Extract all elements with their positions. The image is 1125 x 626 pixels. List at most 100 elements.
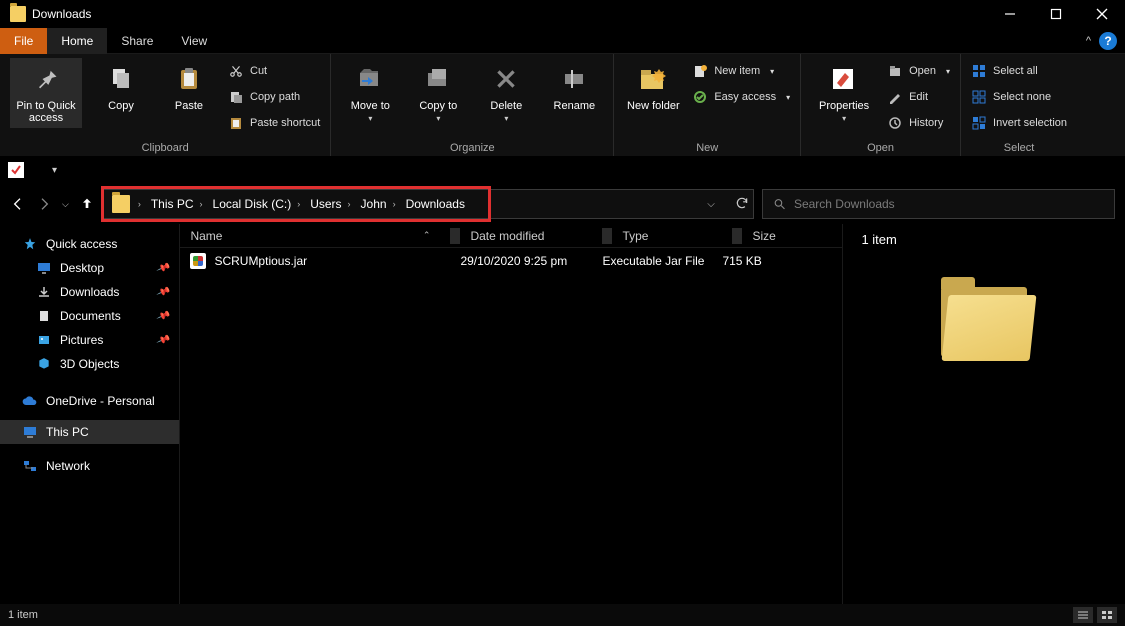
nav-this-pc[interactable]: This PC (0, 420, 179, 444)
address-dropdown-icon[interactable]: ⌵ (707, 199, 715, 210)
breadcrumb-local-disk[interactable]: Local Disk (C:)› (209, 197, 307, 211)
copy-to-button[interactable]: Copy to ▾ (409, 58, 467, 123)
address-bar-row: ⌵ › This PC› Local Disk (C:)› Users› Joh… (0, 184, 1125, 224)
invert-selection-button[interactable]: Invert selection (971, 112, 1067, 134)
tab-share[interactable]: Share (107, 28, 167, 54)
properties-button[interactable]: Properties ▾ (811, 58, 877, 123)
copy-to-icon (421, 62, 455, 96)
tab-file[interactable]: File (0, 28, 47, 54)
folder-icon (10, 6, 26, 22)
star-icon (22, 236, 38, 252)
chevron-down-icon: ▾ (436, 114, 440, 123)
new-item-icon (692, 63, 708, 79)
easy-access-button[interactable]: Easy access▾ (692, 86, 790, 108)
chevron-down-icon: ▾ (842, 114, 846, 123)
minimize-button[interactable] (987, 0, 1033, 28)
download-icon (36, 284, 52, 300)
nav-3d-objects[interactable]: 3D Objects (0, 352, 179, 376)
close-button[interactable] (1079, 0, 1125, 28)
breadcrumb-this-pc[interactable]: This PC› (147, 197, 209, 211)
nav-downloads[interactable]: Downloads📌 (0, 280, 179, 304)
maximize-button[interactable] (1033, 0, 1079, 28)
view-details-button[interactable] (1073, 607, 1093, 623)
open-button[interactable]: Open▾ (887, 60, 950, 82)
nav-network[interactable]: Network (0, 454, 179, 478)
nav-documents[interactable]: Documents📌 (0, 304, 179, 328)
copy-button[interactable]: Copy (92, 58, 150, 112)
select-none-button[interactable]: Select none (971, 86, 1067, 108)
copy-icon (104, 62, 138, 96)
up-button[interactable] (79, 196, 95, 212)
refresh-button[interactable] (735, 196, 749, 213)
folder-icon (112, 195, 130, 213)
breadcrumb-john[interactable]: John› (357, 197, 402, 211)
group-label-clipboard: Clipboard (0, 142, 330, 154)
tab-view[interactable]: View (167, 28, 221, 54)
column-name[interactable]: Name⌃ (180, 229, 450, 243)
rename-button[interactable]: Rename (545, 58, 603, 112)
new-folder-button[interactable]: New folder (624, 58, 682, 112)
paste-shortcut-icon (228, 115, 244, 131)
move-to-button[interactable]: Move to ▾ (341, 58, 399, 123)
column-size[interactable]: Size (742, 229, 842, 243)
title-bar: Downloads (0, 0, 1125, 28)
qat-dropdown-icon[interactable]: ▾ (52, 165, 57, 176)
pin-to-quick-access-button[interactable]: Pin to Quick access (10, 58, 82, 128)
pin-icon: 📌 (155, 309, 170, 324)
nav-onedrive[interactable]: OneDrive - Personal (0, 386, 179, 410)
qat-check-icon[interactable] (8, 162, 24, 178)
address-bar[interactable]: › This PC› Local Disk (C:)› Users› John›… (103, 189, 754, 219)
nav-pictures[interactable]: Pictures📌 (0, 328, 179, 352)
search-icon (773, 197, 786, 211)
tab-home[interactable]: Home (47, 28, 107, 54)
help-icon[interactable]: ? (1099, 32, 1117, 50)
back-button[interactable] (10, 196, 26, 212)
file-list: Name⌃ Date modified Type Size SCRUMptiou… (180, 224, 842, 604)
breadcrumb-downloads[interactable]: Downloads (402, 197, 469, 211)
select-all-button[interactable]: Select all (971, 60, 1067, 82)
copy-path-icon (228, 89, 244, 105)
new-item-button[interactable]: New item▾ (692, 60, 790, 82)
view-icons-button[interactable] (1097, 607, 1117, 623)
network-icon (22, 458, 38, 474)
history-button[interactable]: History (887, 112, 950, 134)
ribbon-collapse-icon[interactable]: ^ (1086, 35, 1091, 47)
delete-icon (489, 62, 523, 96)
select-none-icon (971, 89, 987, 105)
rename-icon (557, 62, 591, 96)
cloud-icon (22, 393, 38, 409)
ribbon: Pin to Quick access Copy Paste Cut Copy … (0, 54, 1125, 156)
file-name: SCRUMptious.jar (214, 254, 307, 268)
group-label-new: New (614, 142, 800, 154)
pc-icon (22, 424, 38, 440)
qat-folder-icon[interactable] (30, 163, 46, 177)
paste-button[interactable]: Paste (160, 58, 218, 112)
file-size: 715 KB (712, 254, 812, 268)
file-row[interactable]: SCRUMptious.jar 29/10/2020 9:25 pm Execu… (180, 248, 842, 274)
invert-selection-icon (971, 115, 987, 131)
content-area: Quick access Desktop📌 Downloads📌 Documen… (0, 224, 1125, 604)
search-box[interactable] (762, 189, 1115, 219)
jar-file-icon (190, 253, 206, 269)
delete-button[interactable]: Delete ▾ (477, 58, 535, 123)
search-input[interactable] (794, 197, 1104, 211)
cut-button[interactable]: Cut (228, 60, 320, 82)
nav-quick-access[interactable]: Quick access (0, 232, 179, 256)
column-type[interactable]: Type (612, 229, 732, 243)
recent-locations-button[interactable]: ⌵ (62, 199, 69, 210)
column-date[interactable]: Date modified (460, 229, 602, 243)
file-type: Executable Jar File (592, 254, 712, 268)
group-label-organize: Organize (331, 142, 613, 154)
copy-path-button[interactable]: Copy path (228, 86, 320, 108)
paste-shortcut-button[interactable]: Paste shortcut (228, 112, 320, 134)
edit-button[interactable]: Edit (887, 86, 950, 108)
column-headers: Name⌃ Date modified Type Size (180, 224, 842, 248)
desktop-icon (36, 260, 52, 276)
document-icon (36, 308, 52, 324)
edit-icon (887, 89, 903, 105)
forward-button[interactable] (36, 196, 52, 212)
nav-desktop[interactable]: Desktop📌 (0, 256, 179, 280)
pin-icon: 📌 (155, 285, 170, 300)
quick-access-toolbar: ▾ (0, 156, 1125, 184)
breadcrumb-users[interactable]: Users› (306, 197, 356, 211)
